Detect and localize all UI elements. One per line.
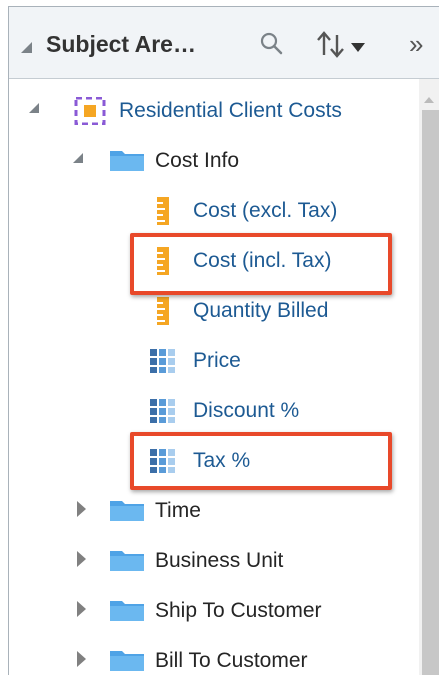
tree-item-discount-pct[interactable]: Discount % — [9, 389, 419, 433]
expand-triangle-icon[interactable] — [77, 501, 86, 517]
tree-node-label: Time — [155, 499, 201, 522]
expand-triangle-icon[interactable] — [77, 601, 86, 617]
folder-icon — [110, 551, 144, 571]
panel-header: Subject Are… » — [9, 7, 439, 79]
tree-node-label: Quantity Billed — [193, 299, 329, 322]
tree-root-residential-client-costs[interactable]: Residential Client Costs — [9, 89, 419, 133]
attribute-grid-icon — [150, 399, 175, 423]
tree-node-label: Price — [193, 349, 241, 372]
tree-node-label: Residential Client Costs — [119, 99, 342, 122]
expand-triangle-icon[interactable] — [77, 551, 86, 567]
expand-triangle-icon[interactable] — [73, 153, 83, 163]
expand-triangle-icon[interactable] — [29, 103, 39, 113]
tree-item-cost-excl-tax[interactable]: Cost (excl. Tax) — [9, 189, 419, 233]
expand-triangle-icon[interactable] — [77, 651, 86, 667]
panel-title: Subject Are… — [46, 31, 196, 57]
scroll-up-arrow-icon[interactable] — [424, 97, 434, 103]
collapse-triangle-icon[interactable] — [21, 42, 32, 53]
tree-node-label: Ship To Customer — [155, 599, 322, 622]
overflow-chevrons-icon[interactable]: » — [409, 29, 439, 61]
tree-node-label: Bill To Customer — [155, 649, 308, 672]
tree-folder-ship-to-customer[interactable]: Ship To Customer — [9, 589, 419, 633]
tree-folder-business-unit[interactable]: Business Unit — [9, 539, 419, 583]
folder-icon — [110, 651, 144, 671]
tree-node-label: Business Unit — [155, 549, 284, 572]
folder-icon — [110, 501, 144, 521]
tree-folder-cost-info[interactable]: Cost Info — [9, 139, 419, 183]
attribute-grid-icon — [150, 349, 175, 373]
tree-folder-bill-to-customer[interactable]: Bill To Customer — [9, 639, 419, 675]
measure-ruler-icon — [157, 197, 169, 225]
scrollbar-thumb[interactable] — [422, 110, 439, 675]
tree-item-quantity-billed[interactable]: Quantity Billed — [9, 289, 419, 333]
tree-folder-time[interactable]: Time — [9, 489, 419, 533]
highlight-box-tax-pct — [130, 432, 392, 490]
highlight-box-cost-incl-tax — [130, 233, 392, 295]
sort-icon[interactable] — [314, 29, 376, 61]
measure-ruler-icon — [157, 297, 169, 325]
tree-node-label: Discount % — [193, 399, 300, 422]
subject-area-icon — [74, 97, 106, 125]
tree-node-label: Cost (excl. Tax) — [193, 199, 338, 222]
tree-item-price[interactable]: Price — [9, 339, 419, 383]
folder-icon — [110, 601, 144, 621]
tree-node-label: Cost Info — [155, 149, 240, 172]
subject-area-tree: Residential Client Costs Cost Info Cost … — [9, 79, 419, 675]
search-icon[interactable] — [257, 29, 289, 61]
folder-icon — [110, 151, 144, 171]
subject-areas-panel: Subject Are… » Residential Client Costs — [8, 6, 439, 675]
